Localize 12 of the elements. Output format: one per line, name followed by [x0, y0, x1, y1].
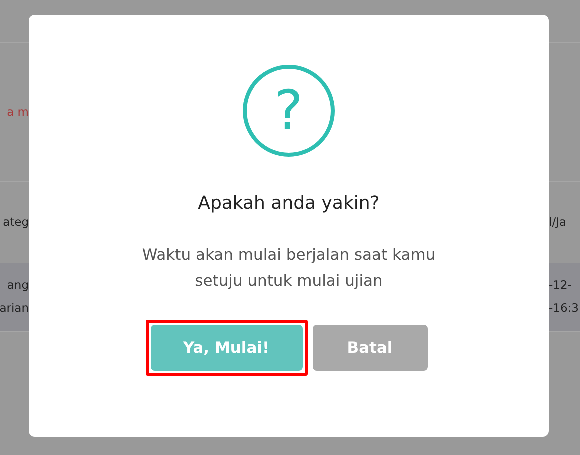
dialog-title: Apakah anda yakin? [198, 193, 380, 214]
notice-text: a m [7, 104, 29, 120]
column-header: ateg [3, 214, 29, 231]
cancel-button[interactable]: Batal [312, 325, 428, 371]
dialog-message: Waktu akan mulai berjalan saat kamu setuju untuk mulai ujian [141, 245, 437, 292]
confirm-button[interactable]: Ya, Mulai! [150, 325, 302, 371]
question-icon: ? [243, 65, 335, 157]
table-cell-text: -12- [549, 277, 572, 294]
column-header: l/Ja [549, 214, 567, 231]
table-cell-text: ang [7, 277, 29, 294]
table-cell-text: -16:3 [549, 300, 579, 317]
table-cell-text: arian [0, 300, 29, 317]
